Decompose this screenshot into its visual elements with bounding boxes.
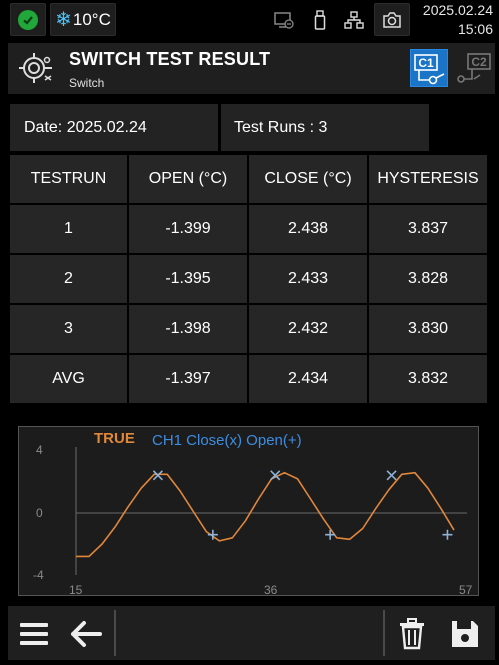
trash-icon[interactable] [392, 614, 432, 654]
table-cell: 2.432 [249, 305, 367, 353]
x-tick-label: 15 [69, 583, 83, 597]
table-cell: 3.828 [369, 255, 487, 303]
usb-icon[interactable] [305, 3, 335, 36]
table-header-row: TESTRUN OPEN (°C) CLOSE (°C) HYSTERESIS [9, 154, 490, 204]
table-cell: AVG [10, 355, 127, 403]
toolbar-divider [383, 610, 385, 656]
table-cell: -1.395 [129, 255, 247, 303]
page-header: SWITCH TEST RESULT Switch C1 C2 [8, 43, 495, 94]
menu-icon[interactable] [14, 614, 54, 654]
table-cell: 3.837 [369, 205, 487, 253]
save-icon[interactable] [445, 614, 485, 654]
open-marker [325, 529, 336, 540]
column-header: TESTRUN [10, 155, 127, 203]
back-arrow-icon[interactable] [66, 614, 106, 654]
status-time: 15:06 [457, 21, 493, 37]
table-cell: 1 [10, 205, 127, 253]
table-cell: -1.398 [129, 305, 247, 353]
table-cell: 3 [10, 305, 127, 353]
x-tick-label: 57 [459, 583, 473, 597]
column-header: CLOSE (°C) [249, 155, 367, 203]
column-header: OPEN (°C) [129, 155, 247, 203]
bottom-toolbar [8, 606, 495, 660]
column-header: HYSTERESIS [369, 155, 487, 203]
close-marker [386, 470, 397, 481]
table-cell: 2.433 [249, 255, 367, 303]
temperature-value: 10°C [72, 9, 111, 29]
table-cell: -1.397 [129, 355, 247, 403]
page-title: SWITCH TEST RESULT [69, 49, 271, 69]
camera-icon[interactable] [374, 3, 410, 36]
legend-ch1: CH1 Close(x) Open(+) [152, 432, 302, 449]
channel-1-button[interactable]: C1 [410, 49, 448, 87]
channel-2-label: C2 [471, 55, 487, 69]
channel-2-button[interactable]: C2 [456, 49, 494, 87]
table-row: 1 -1.399 2.438 3.837 [9, 204, 490, 254]
status-date: 2025.02.24 [422, 2, 493, 18]
check-icon [18, 9, 38, 30]
open-marker [442, 529, 453, 540]
test-runs-count: Test Runs : 3 [221, 104, 429, 151]
result-date: Date: 2025.02.24 [10, 104, 218, 151]
y-tick-label: 0 [36, 506, 43, 520]
network-icon[interactable] [337, 3, 371, 36]
switch-test-icon [18, 50, 54, 86]
temperature-indicator: ❄ 10°C [50, 3, 116, 36]
table-row-average: AVG -1.397 2.434 3.832 [9, 354, 490, 404]
channel-1-label: C1 [418, 56, 434, 70]
status-bar: ❄ 10°C 2025.02.24 15:06 [0, 0, 499, 40]
result-chart: TRUE CH1 Close(x) Open(+) 4 0 -4 15 36 5… [18, 426, 479, 597]
y-tick-label: -4 [33, 568, 44, 582]
chart-plot [75, 447, 467, 575]
table-cell: 3.832 [369, 355, 487, 403]
true-series-line [76, 471, 455, 558]
snowflake-icon: ❄ [55, 9, 72, 31]
legend-true: TRUE [94, 430, 135, 447]
table-cell: 2.438 [249, 205, 367, 253]
x-tick-label: 36 [264, 583, 278, 597]
toolbar-divider [114, 610, 116, 656]
table-cell: 2 [10, 255, 127, 303]
table-cell: -1.399 [129, 205, 247, 253]
results-table: TESTRUN OPEN (°C) CLOSE (°C) HYSTERESIS … [9, 154, 490, 404]
table-row: 2 -1.395 2.433 3.828 [9, 254, 490, 304]
page-subtitle: Switch [69, 76, 105, 90]
table-cell: 3.830 [369, 305, 487, 353]
close-marker [152, 470, 163, 481]
table-cell: 2.434 [249, 355, 367, 403]
datetime: 2025.02.24 15:06 [423, 1, 493, 39]
table-row: 3 -1.398 2.432 3.830 [9, 304, 490, 354]
status-ok-indicator [10, 3, 46, 36]
y-tick-label: 4 [36, 443, 43, 457]
monitor-icon[interactable] [267, 3, 300, 36]
